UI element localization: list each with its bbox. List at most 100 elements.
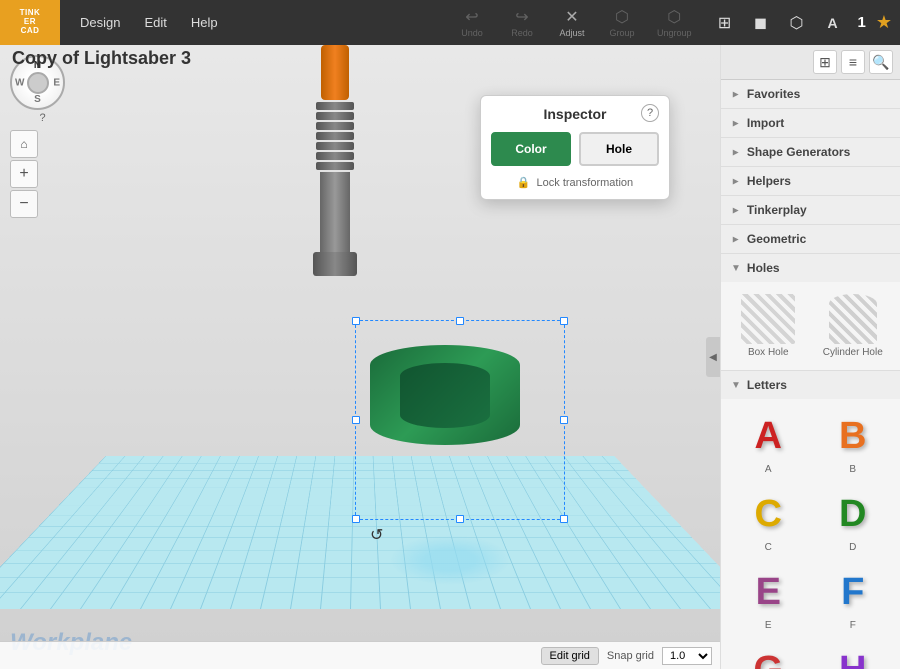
section-arrow-tinkerplay: ▼ [730,205,741,215]
lightsaber-object[interactable] [300,45,370,461]
letter-a-icon[interactable]: A [818,8,848,38]
tb-star[interactable]: ★ [876,12,892,33]
sidebar-header-tinkerplay[interactable]: ▼ Tinkerplay [721,196,900,224]
undo-button[interactable]: ↩ Undo [447,3,497,42]
zoom-in-button[interactable]: + [10,160,38,188]
color-button[interactable]: Color [491,132,571,166]
main-layout: ↺ N S E W ? ⌂ + − ◀ Inspector ? [0,45,900,669]
letter-c-item[interactable]: C C [729,485,808,557]
group-button[interactable]: ⬡ Group [597,3,647,42]
sidebar-header-import[interactable]: ▼ Import [721,109,900,137]
sidebar-top-bar: ⊞ ≡ 🔍 [721,45,900,80]
sidebar-header-holes[interactable]: ▼ Holes [721,254,900,282]
grid-view-icon[interactable]: ⊞ [710,8,740,38]
letters-grid: A A B B C C D D E E [721,399,900,669]
cube-view-icon[interactable]: ◼ [746,8,776,38]
letter-f-shape: F [828,567,878,617]
section-label-geometric: Geometric [747,232,806,246]
selection-handle-mr[interactable] [560,416,568,424]
lightsaber-base [313,252,357,276]
viewport[interactable]: ↺ N S E W ? ⌂ + − ◀ Inspector ? [0,45,720,669]
selection-handle-bm[interactable] [456,515,464,523]
letter-e-item[interactable]: E E [729,563,808,635]
nav-menu: Design Edit Help [60,0,230,45]
section-arrow-letters: ▼ [731,380,741,391]
letter-g-shape: G [743,645,793,669]
hole-button[interactable]: Hole [579,132,659,166]
green-ring-outer [370,345,520,445]
lock-label: Lock transformation [537,177,634,189]
sidebar-section-helpers: ▼ Helpers [721,167,900,196]
edit-grid-button[interactable]: Edit grid [541,647,599,665]
sidebar-section-favorites: ▼ Favorites [721,80,900,109]
snap-grid-select[interactable]: 1.0 0.5 0.25 [662,647,712,665]
selection-handle-tr[interactable] [560,317,568,325]
letter-h-item[interactable]: H H [814,641,893,669]
snap-bar: Edit grid Snap grid 1.0 0.5 0.25 [0,641,720,669]
right-sidebar: ⊞ ≡ 🔍 ▼ Favorites ▼ Import ▼ Shape Gener… [720,45,900,669]
grip-ring [316,152,354,160]
section-label-import: Import [747,116,784,130]
box-hole-item[interactable]: Box Hole [729,290,808,362]
sphere-view-icon[interactable]: ⬡ [782,8,812,38]
sidebar-header-shapegen[interactable]: ▼ Shape Generators [721,138,900,166]
ungroup-button[interactable]: ⬡ Ungroup [647,3,702,42]
sidebar-header-geometric[interactable]: ▼ Geometric [721,225,900,253]
section-arrow-favorites: ▼ [730,89,741,99]
help-tooltip-btn[interactable]: ? [10,112,75,124]
inspector-title: Inspector [491,106,659,122]
inspector-help-btn[interactable]: ? [641,104,659,122]
box-hole-label: Box Hole [748,347,789,358]
adjust-button[interactable]: ✕ Adjust [547,3,597,42]
nav-cube: N S E W ? ⌂ + − [10,55,75,220]
letter-d-label: D [849,542,856,553]
letter-b-label: B [849,464,856,475]
lightsaber-orange-cap [321,45,349,100]
sidebar-collapse-handle[interactable]: ◀ [706,337,720,377]
letter-d-item[interactable]: D D [814,485,893,557]
letter-g-item[interactable]: G G [729,641,808,669]
cylinder-hole-label: Cylinder Hole [823,347,883,358]
letter-a-item[interactable]: A A [729,407,808,479]
redo-button[interactable]: ↪ Redo [497,3,547,42]
lock-transformation[interactable]: 🔒 Lock transformation [491,176,659,189]
sidebar-grid-icon[interactable]: ⊞ [813,50,837,74]
rotation-handle[interactable]: ↺ [370,525,383,545]
nav-edit[interactable]: Edit [132,0,178,45]
section-label-holes: Holes [747,261,780,275]
nav-help[interactable]: Help [179,0,230,45]
grip-ring [316,132,354,140]
sidebar-header-letters[interactable]: ▼ Letters [721,371,900,399]
sidebar-list-icon[interactable]: ≡ [841,50,865,74]
letter-f-item[interactable]: F F [814,563,893,635]
inspector-panel: Inspector ? Color Hole 🔒 Lock transforma… [480,95,670,200]
toolbar: ↩ Undo ↪ Redo ✕ Adjust ⬡ Group ⬡ Ungroup [447,3,710,42]
zoom-out-button[interactable]: − [10,190,38,218]
home-button[interactable]: ⌂ [10,130,38,158]
green-ring-object[interactable] [370,345,520,445]
logo[interactable]: TINK ER CAD [0,0,60,45]
selection-handle-bl[interactable] [352,515,360,523]
letter-a-shape: A [743,411,793,461]
section-label-favorites: Favorites [747,87,800,101]
selection-handle-tm[interactable] [456,317,464,325]
sidebar-header-favorites[interactable]: ▼ Favorites [721,80,900,108]
cylinder-hole-item[interactable]: Cylinder Hole [814,290,893,362]
group-label: Group [609,28,634,38]
section-label-helpers: Helpers [747,174,791,188]
sidebar-header-helpers[interactable]: ▼ Helpers [721,167,900,195]
compass-center[interactable] [27,72,49,94]
section-arrow-helpers: ▼ [730,176,741,186]
section-label-shapegen: Shape Generators [747,145,850,159]
selection-handle-br[interactable] [560,515,568,523]
redo-icon: ↪ [515,7,528,27]
grip-ring [316,112,354,120]
sidebar-section-import: ▼ Import [721,109,900,138]
undo-label: Undo [461,28,483,38]
letter-b-item[interactable]: B B [814,407,893,479]
nav-design[interactable]: Design [68,0,132,45]
section-label-letters: Letters [747,378,787,392]
sidebar-search-icon[interactable]: 🔍 [869,50,893,74]
undo-icon: ↩ [465,7,478,27]
project-title: Copy of Lightsaber 3 [12,48,191,69]
